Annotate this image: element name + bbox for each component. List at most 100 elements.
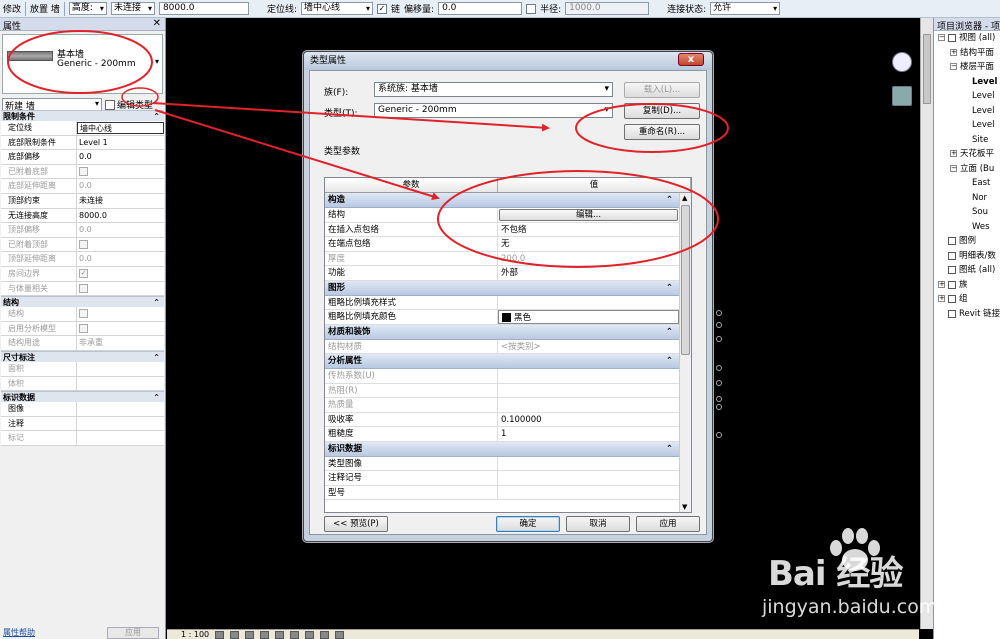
collapse-icon[interactable]: ⌃: [666, 193, 673, 208]
properties-help-link[interactable]: 属性帮助: [3, 627, 35, 638]
tree-node[interactable]: + 组: [934, 292, 1000, 307]
chain-checkbox[interactable]: ✓: [377, 3, 387, 14]
collapse-icon[interactable]: ⌃: [666, 281, 673, 296]
type-selector[interactable]: 基本墙 Generic - 200mm ▾: [2, 34, 163, 94]
parameter-value[interactable]: 黑色: [498, 310, 679, 324]
tree-node[interactable]: Revit 链接: [934, 307, 1000, 322]
tree-node[interactable]: + 族: [934, 278, 1000, 293]
property-value[interactable]: 0.0: [77, 150, 164, 164]
properties-section-header[interactable]: 限制条件 ⌃: [1, 110, 164, 121]
collapse-icon[interactable]: −: [950, 63, 957, 70]
radius-input[interactable]: 1000.0: [565, 2, 650, 15]
height-mode-dropdown[interactable]: 高度:: [68, 2, 107, 15]
parameter-value[interactable]: [498, 471, 679, 485]
family-dropdown[interactable]: 系统族: 基本墙: [374, 82, 613, 97]
collapse-icon[interactable]: −: [950, 164, 957, 172]
scroll-thumb[interactable]: [681, 205, 690, 355]
radius-checkbox[interactable]: [526, 3, 537, 14]
tree-node[interactable]: − 楼层平面: [934, 60, 1000, 75]
tree-node[interactable]: Level: [934, 118, 1000, 133]
parameter-value[interactable]: 0.100000: [498, 413, 679, 427]
grid-section-header[interactable]: 图形 ⌃: [325, 280, 679, 296]
tree-node[interactable]: Nor: [934, 191, 1000, 206]
offset-input[interactable]: 0.0: [438, 2, 523, 15]
crop-view-icon[interactable]: [275, 630, 285, 639]
analytical-model-icon[interactable]: [335, 630, 345, 639]
zoom-icon[interactable]: [892, 86, 912, 106]
collapse-icon[interactable]: ⌃: [153, 352, 160, 363]
checkbox-icon[interactable]: [79, 283, 88, 293]
tree-node[interactable]: + 结构平面: [934, 46, 1000, 61]
tree-node[interactable]: 明细表/数: [934, 249, 1000, 264]
duplicate-button[interactable]: 复制(D)...: [624, 103, 700, 119]
parameter-value[interactable]: [498, 296, 679, 310]
properties-section-header[interactable]: 结构 ⌃: [1, 296, 164, 308]
load-button[interactable]: 载入(L)...: [624, 82, 700, 98]
apply-button[interactable]: 应用: [636, 516, 700, 532]
property-value[interactable]: Level 1: [77, 136, 164, 150]
tree-node[interactable]: Level: [934, 104, 1000, 119]
properties-section-header[interactable]: 尺寸标注 ⌃: [1, 350, 164, 363]
tree-node[interactable]: + 天花板平: [934, 147, 1000, 162]
tree-node[interactable]: Level: [934, 89, 1000, 104]
cancel-button[interactable]: 取消: [566, 516, 630, 532]
view-scale[interactable]: 1 : 100: [181, 630, 209, 639]
grid-section-header[interactable]: 分析属性 ⌃: [325, 354, 679, 369]
property-value[interactable]: 8000.0: [77, 209, 164, 223]
collapse-icon[interactable]: ⌃: [666, 354, 673, 369]
collapse-icon[interactable]: ⌃: [153, 111, 160, 122]
checkbox-icon[interactable]: [79, 239, 88, 249]
grid-scrollbar[interactable]: ▲ ▼: [679, 193, 691, 512]
dialog-title-bar[interactable]: 类型属性 x: [304, 52, 712, 70]
checkbox-icon[interactable]: [79, 309, 88, 319]
collapse-icon[interactable]: ⌃: [666, 442, 673, 457]
collapse-icon[interactable]: ⌃: [666, 325, 673, 340]
checkbox-icon[interactable]: [79, 166, 88, 176]
collapse-icon[interactable]: ⌃: [153, 297, 160, 308]
checked-checkbox-icon[interactable]: ✓: [79, 268, 88, 278]
properties-section-header[interactable]: 标识数据 ⌃: [1, 391, 164, 403]
expand-icon[interactable]: +: [950, 48, 957, 56]
reveal-hidden-icon[interactable]: [320, 630, 330, 639]
edit-structure-button[interactable]: 编辑...: [499, 209, 678, 221]
tree-node[interactable]: − 立面 (Bu: [934, 162, 1000, 177]
parameter-value[interactable]: 不包络: [498, 223, 679, 237]
scroll-down-icon[interactable]: ▼: [682, 503, 687, 511]
parameter-value[interactable]: 编辑...: [498, 208, 679, 222]
expand-icon[interactable]: +: [938, 280, 945, 288]
checkbox-icon[interactable]: [79, 323, 88, 333]
grid-section-header[interactable]: 材质和装饰 ⌃: [325, 324, 679, 340]
chevron-down-icon[interactable]: ▾: [155, 57, 159, 66]
location-line-dropdown[interactable]: 墙中心线: [301, 2, 373, 15]
show-crop-icon[interactable]: [290, 630, 300, 639]
tree-node[interactable]: Level: [934, 75, 1000, 90]
scroll-up-icon[interactable]: ▲: [682, 194, 687, 202]
property-value[interactable]: 墙中心线: [77, 122, 164, 134]
modify-label[interactable]: 修改: [3, 2, 21, 15]
tree-node[interactable]: Site: [934, 133, 1000, 148]
collapse-icon[interactable]: ⌃: [153, 392, 160, 403]
parameter-value[interactable]: [498, 486, 679, 500]
collapse-icon[interactable]: −: [938, 34, 945, 41]
tree-node[interactable]: − 视图 (all): [934, 31, 1000, 46]
parameter-value[interactable]: 无: [498, 237, 679, 251]
properties-apply-button[interactable]: 应用: [107, 627, 159, 639]
expand-icon[interactable]: +: [938, 295, 945, 302]
detail-level-icon[interactable]: [215, 630, 225, 639]
expand-icon[interactable]: +: [950, 150, 957, 157]
property-value[interactable]: [77, 417, 164, 431]
property-value[interactable]: 未连接: [77, 194, 164, 208]
property-value[interactable]: [77, 402, 164, 416]
shadows-icon[interactable]: [260, 630, 270, 639]
type-dropdown[interactable]: Generic - 200mm: [374, 103, 613, 118]
tree-node[interactable]: 图例: [934, 234, 1000, 249]
visual-style-icon[interactable]: [230, 630, 240, 639]
tree-node[interactable]: Wes: [934, 220, 1000, 235]
rename-button[interactable]: 重命名(R)...: [624, 124, 700, 140]
parameter-value[interactable]: [498, 457, 679, 471]
scroll-thumb[interactable]: [923, 34, 931, 104]
preview-button[interactable]: << 预览(P): [324, 516, 388, 532]
join-status-dropdown[interactable]: 允许: [710, 2, 781, 15]
close-icon[interactable]: ✕: [153, 18, 161, 29]
tree-node[interactable]: 图纸 (all): [934, 263, 1000, 278]
